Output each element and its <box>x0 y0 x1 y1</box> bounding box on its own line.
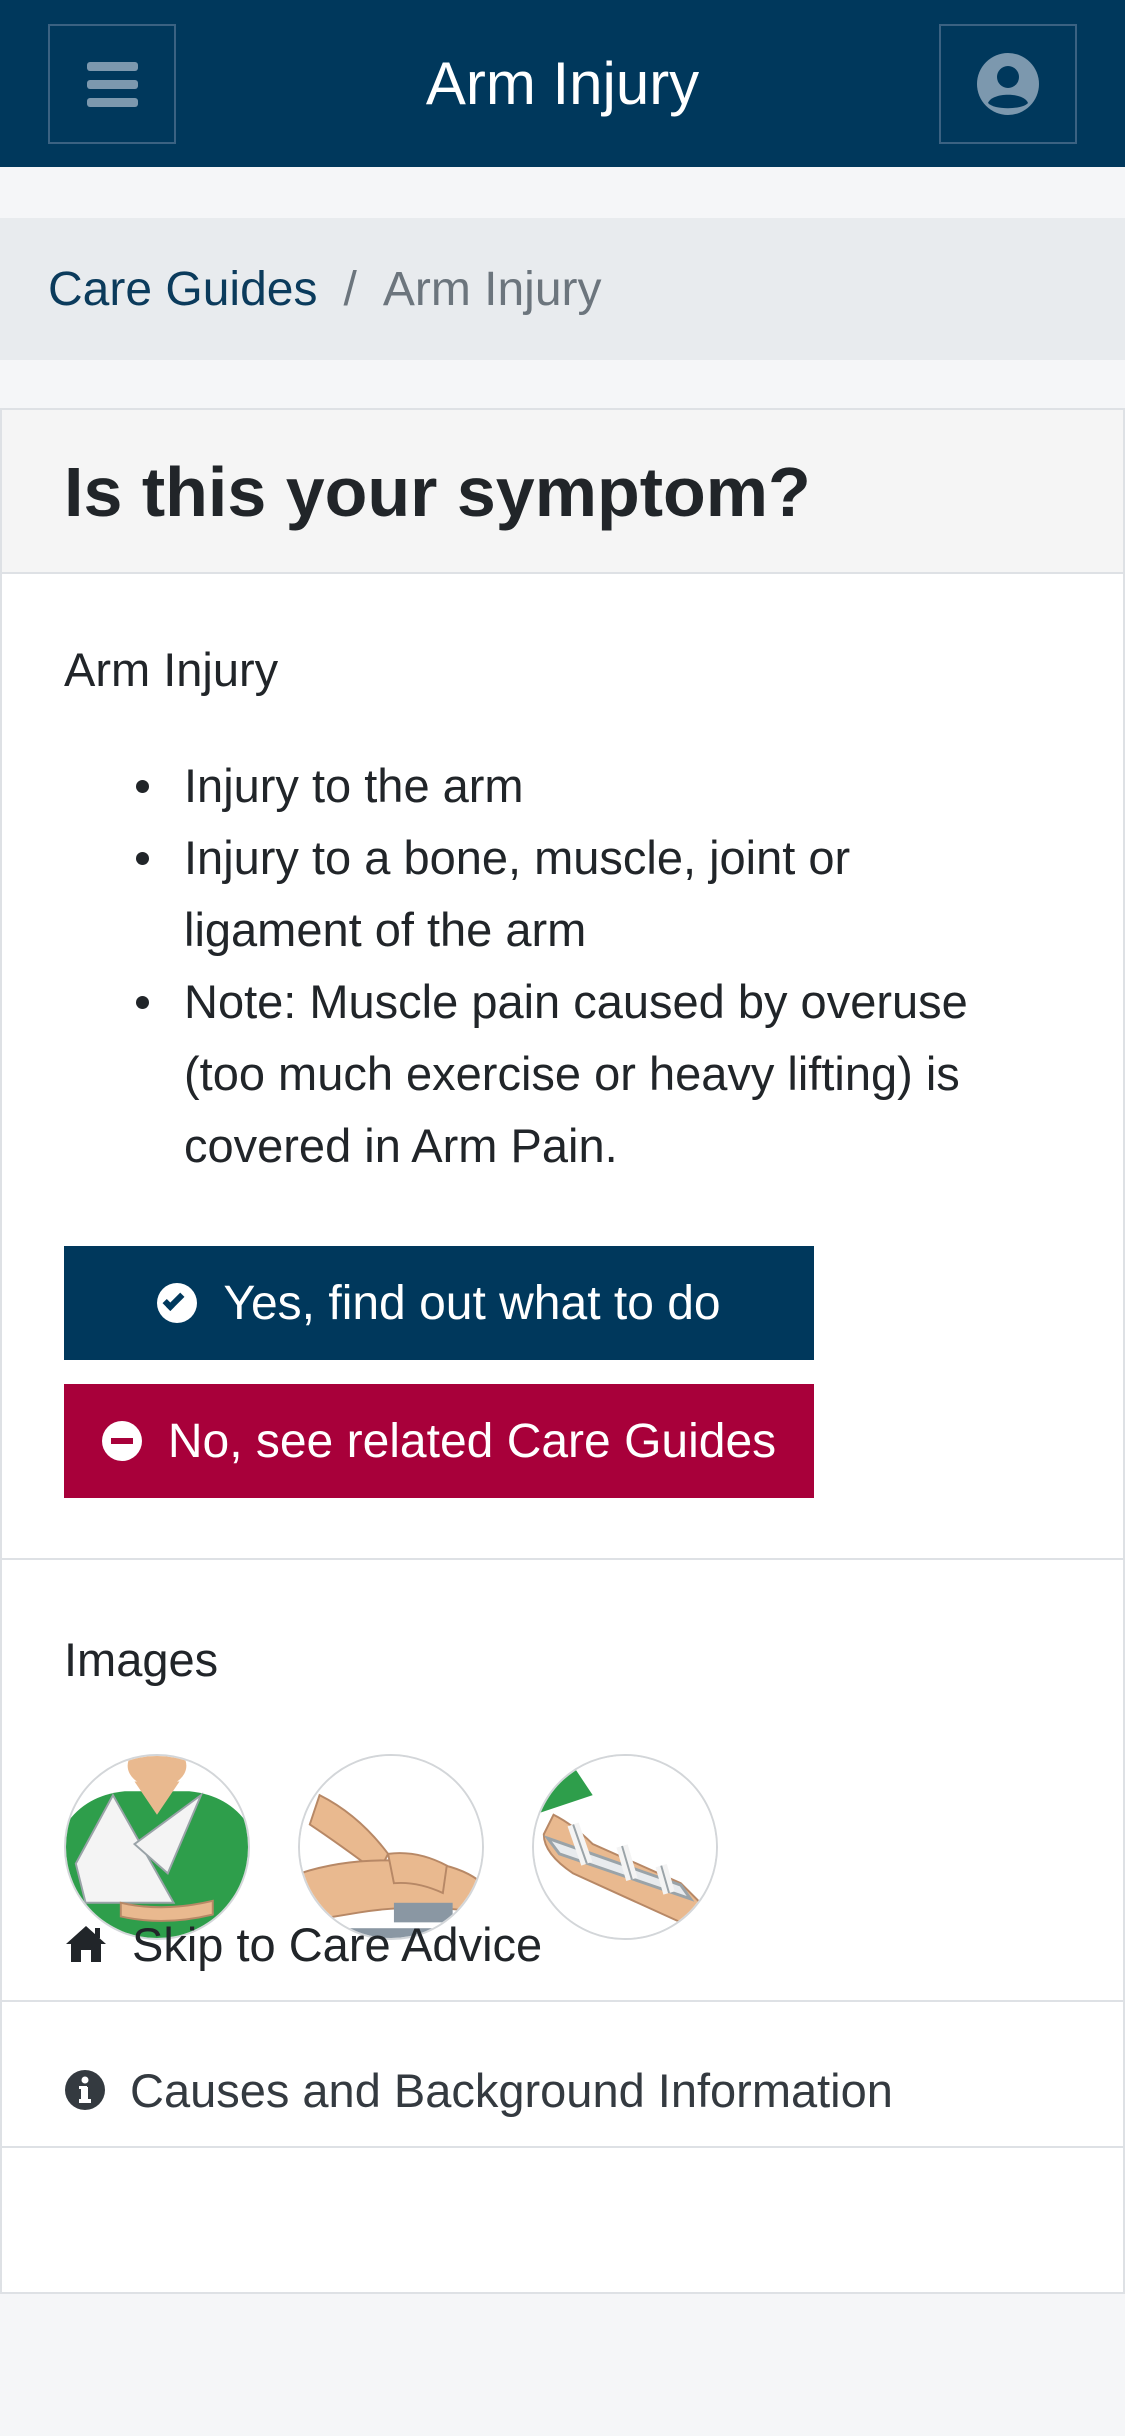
divider <box>2 2000 1123 2002</box>
check-circle-icon <box>157 1283 198 1323</box>
skip-link-label: Skip to Care Advice <box>132 1917 543 1971</box>
info-circle-icon <box>65 2070 105 2110</box>
list-item: Injury to a bone, muscle, joint or ligam… <box>122 822 1022 966</box>
symptom-name: Arm Injury <box>64 643 279 696</box>
home-icon <box>66 1926 106 1962</box>
breadcrumb-current: Arm Injury <box>382 262 602 316</box>
list-item: Note: Muscle pain caused by overuse (too… <box>122 966 1022 1182</box>
no-related-guides-button[interactable]: No, see related Care Guides <box>64 1384 814 1498</box>
yes-find-out-button[interactable]: Yes, find out what to do <box>64 1246 814 1360</box>
arm-splint-image-thumbnail[interactable] <box>532 1754 718 1940</box>
divider <box>2 1558 1123 1560</box>
symptom-definition-list: Injury to the arm Injury to a bone, musc… <box>122 750 1022 1182</box>
breadcrumb-separator: / <box>343 262 357 316</box>
images-heading: Images <box>64 1633 219 1686</box>
divider <box>2 2146 1123 2148</box>
minus-circle-icon <box>101 1421 142 1461</box>
causes-background-info-link[interactable]: Causes and Background Information <box>64 2040 893 2140</box>
menu-button[interactable] <box>48 24 176 144</box>
breadcrumb: Care Guides / Arm Injury <box>0 218 1125 360</box>
list-item: Injury to the arm <box>122 750 1022 822</box>
no-button-label: No, see related Care Guides <box>167 1414 777 1468</box>
top-navbar: Arm Injury <box>0 0 1125 167</box>
card-title: Is this your symptom? <box>64 453 811 531</box>
skip-to-care-advice-link[interactable]: Skip to Care Advice <box>64 1894 542 1994</box>
yes-button-label: Yes, find out what to do <box>223 1276 721 1330</box>
symptom-card: Is this your symptom? Arm Injury Injury … <box>0 408 1125 2294</box>
card-header: Is this your symptom? <box>2 410 1123 574</box>
breadcrumb-care-guides-link[interactable]: Care Guides <box>48 262 317 317</box>
hamburger-menu-icon <box>87 62 138 107</box>
user-circle-icon <box>977 53 1039 115</box>
causes-link-label: Causes and Background Information <box>130 2063 893 2117</box>
account-button[interactable] <box>939 24 1077 144</box>
